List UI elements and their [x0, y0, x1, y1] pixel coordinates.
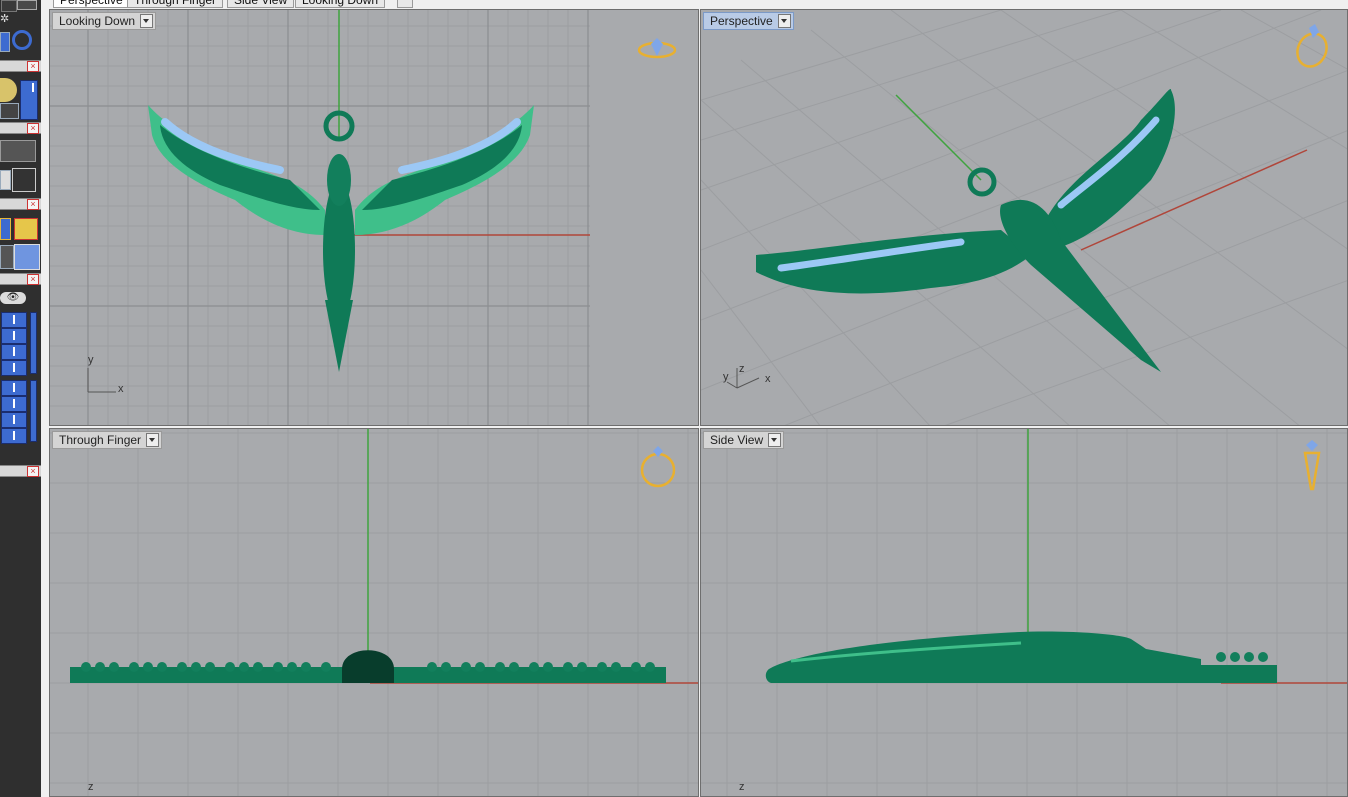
- close-icon[interactable]: ×: [27, 274, 39, 285]
- chevron-down-icon[interactable]: [777, 14, 791, 28]
- ring-front-icon[interactable]: [640, 446, 676, 488]
- layer-scroll[interactable]: [30, 312, 37, 374]
- ring-side-icon[interactable]: [1303, 440, 1321, 491]
- tab-perspective[interactable]: Perspective: [53, 0, 130, 8]
- panel-header: ×: [0, 60, 41, 72]
- toolbar-button[interactable]: [0, 218, 11, 240]
- layer-button[interactable]: [1, 360, 27, 376]
- dropdown-button[interactable]: [0, 103, 19, 119]
- material-swatch-icon[interactable]: [0, 78, 17, 102]
- viewport-label-looking-down[interactable]: Looking Down: [52, 12, 157, 30]
- viewport-area: y x Looking Down y z x Perspective z Thr…: [41, 9, 1348, 797]
- chevron-down-icon[interactable]: [140, 14, 154, 28]
- panel-header: ×: [0, 122, 41, 134]
- axis-y-label: y: [723, 371, 729, 383]
- axis-z-label: z: [88, 781, 94, 793]
- axis-z-label: z: [739, 781, 745, 793]
- layer-button[interactable]: [1, 428, 27, 444]
- layer-scroll[interactable]: [30, 380, 37, 442]
- viewport-label-perspective[interactable]: Perspective: [703, 12, 794, 30]
- viewport-through-finger[interactable]: z Through Finger: [49, 428, 699, 797]
- panel-header: ×: [0, 198, 41, 210]
- layer-button[interactable]: [1, 380, 27, 396]
- new-tab-button[interactable]: [397, 0, 413, 8]
- tab-through-finger[interactable]: Through Finger: [127, 0, 224, 8]
- toolbar-button[interactable]: [14, 218, 38, 240]
- axis-z-label: z: [739, 363, 745, 375]
- layer-button[interactable]: [1, 412, 27, 428]
- toolbar-button[interactable]: [14, 244, 40, 270]
- axis-x-label: x: [765, 373, 771, 385]
- grid-tool-icon[interactable]: [12, 168, 36, 192]
- axis-x-label: x: [118, 383, 124, 395]
- layer-button[interactable]: [1, 328, 27, 344]
- tab-looking-down[interactable]: Looking Down: [295, 0, 386, 8]
- chevron-down-icon[interactable]: [146, 433, 160, 447]
- viewport-label-through-finger[interactable]: Through Finger: [52, 431, 163, 449]
- viewport-perspective[interactable]: y z x Perspective: [700, 9, 1348, 426]
- toolbar-button[interactable]: [0, 140, 36, 162]
- panel-header: ×: [0, 465, 41, 477]
- toolbar-button[interactable]: [0, 170, 11, 190]
- axis-y-label: y: [88, 354, 94, 366]
- circle-tool-icon[interactable]: [12, 30, 32, 50]
- ring-top-icon[interactable]: [637, 38, 677, 59]
- viewport-side-view[interactable]: z Side View: [700, 428, 1348, 797]
- toolbar-button[interactable]: [17, 0, 37, 10]
- settings-icon[interactable]: ✲: [0, 12, 12, 26]
- close-icon[interactable]: ×: [27, 61, 39, 72]
- ring-perspective-icon[interactable]: [1292, 24, 1332, 71]
- tab-side-view[interactable]: Side View: [227, 0, 295, 8]
- close-icon[interactable]: ×: [27, 199, 39, 210]
- close-icon[interactable]: ×: [27, 466, 39, 477]
- left-toolbar: ✲ × × × × 👁 ×: [0, 0, 41, 797]
- toolbar-button[interactable]: [20, 80, 38, 120]
- eye-icon[interactable]: 👁: [0, 292, 26, 304]
- toolbar-button[interactable]: [0, 245, 14, 269]
- layer-button[interactable]: [1, 344, 27, 360]
- viewport-label-side-view[interactable]: Side View: [703, 431, 785, 449]
- panel-header: ×: [0, 273, 41, 285]
- layer-button[interactable]: [1, 312, 27, 328]
- toolbar-button[interactable]: [0, 32, 10, 52]
- chevron-down-icon[interactable]: [768, 433, 782, 447]
- toolbar-button[interactable]: [1, 0, 17, 12]
- close-icon[interactable]: ×: [27, 123, 39, 134]
- layer-button[interactable]: [1, 396, 27, 412]
- viewport-looking-down[interactable]: y x Looking Down: [49, 9, 699, 426]
